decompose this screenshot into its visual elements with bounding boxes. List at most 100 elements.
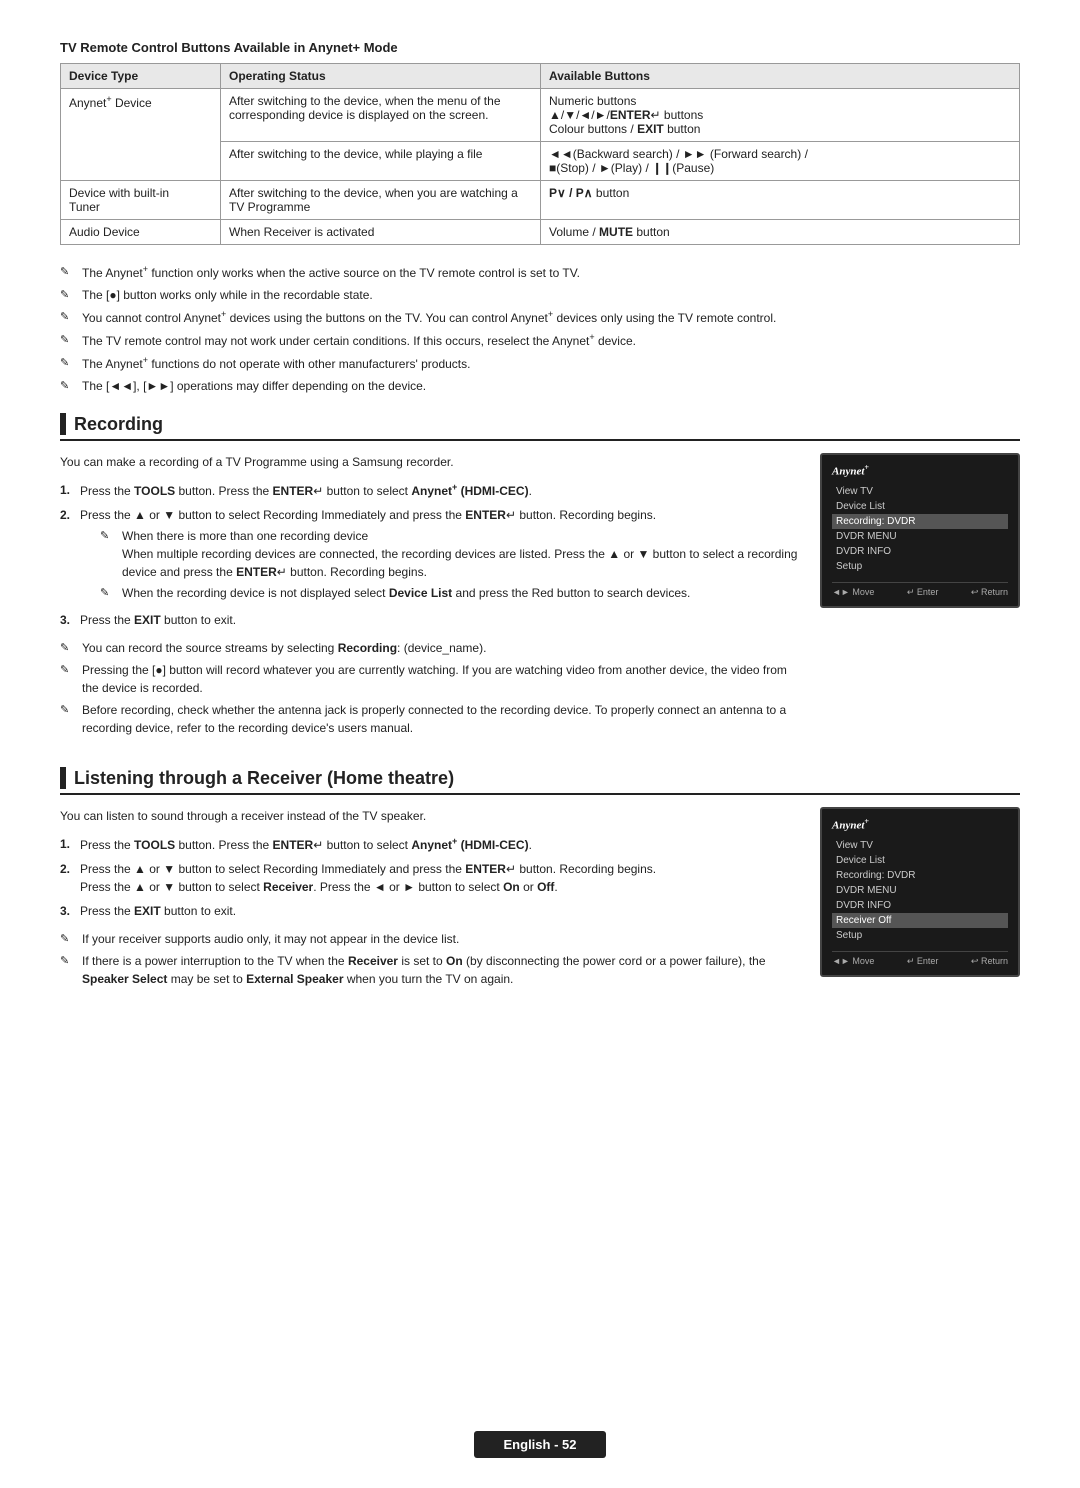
screen-brand: Anynet+ [832, 463, 1008, 478]
note-text: When there is more than one recording de… [122, 527, 802, 581]
note-item: ✎ The Anynet+ function only works when t… [60, 263, 1020, 282]
note-icon: ✎ [60, 309, 78, 326]
table-section: TV Remote Control Buttons Available in A… [60, 40, 1020, 245]
section-heading-bar [60, 767, 66, 789]
menu-item-highlighted: Recording: DVDR [832, 514, 1008, 529]
device-anynet: Anynet+ Device [61, 89, 221, 181]
general-notes: ✎ The Anynet+ function only works when t… [60, 263, 1020, 395]
step-num: 2. [60, 860, 80, 896]
device-audio: Audio Device [61, 220, 221, 245]
menu-item: View TV [832, 838, 1008, 853]
table-title: TV Remote Control Buttons Available in A… [60, 40, 1020, 55]
buttons-audio: Volume / MUTE button [541, 220, 1020, 245]
note-text: The Anynet+ functions do not operate wit… [82, 354, 470, 373]
col-header-buttons: Available Buttons [541, 64, 1020, 89]
recording-screen: Anynet+ View TV Device List Recording: D… [820, 453, 1020, 755]
step-content: Press the TOOLS button. Press the ENTER↵… [80, 835, 802, 854]
screen-mockup-listening: Anynet+ View TV Device List Recording: D… [820, 807, 1020, 977]
note-item: ✎ If there is a power interruption to th… [60, 952, 802, 988]
note-icon: ✎ [100, 585, 118, 602]
listening-content: You can listen to sound through a receiv… [60, 807, 1020, 1006]
step-content: Press the TOOLS button. Press the ENTER↵… [80, 481, 802, 500]
note-item: ✎ The [◄◄], [►►] operations may differ d… [60, 377, 1020, 395]
listening-steps: 1. Press the TOOLS button. Press the ENT… [60, 835, 802, 920]
step-content: Press the ▲ or ▼ button to select Record… [80, 860, 802, 896]
menu-item: Recording: DVDR [832, 868, 1008, 883]
recording-after-notes: ✎ You can record the source streams by s… [60, 639, 802, 737]
note-icon: ✎ [60, 931, 78, 948]
menu-item: View TV [832, 484, 1008, 499]
menu-item: DVDR MENU [832, 883, 1008, 898]
table-row: Audio Device When Receiver is activated … [61, 220, 1020, 245]
note-icon: ✎ [60, 378, 78, 395]
note-text: When the recording device is not display… [122, 584, 690, 602]
note-icon: ✎ [60, 662, 78, 679]
note-item: ✎ You cannot control Anynet+ devices usi… [60, 308, 1020, 327]
table-row: Anynet+ Device After switching to the de… [61, 89, 1020, 142]
menu-item-highlighted: Receiver Off [832, 913, 1008, 928]
buttons-anynet-1: Numeric buttons ▲/▼/◄/►/ENTER↵ buttons C… [541, 89, 1020, 142]
listening-left: You can listen to sound through a receiv… [60, 807, 802, 1006]
recording-intro: You can make a recording of a TV Program… [60, 453, 802, 471]
listening-screen: Anynet+ View TV Device List Recording: D… [820, 807, 1020, 1006]
menu-item: DVDR INFO [832, 544, 1008, 559]
screen-mockup-recording: Anynet+ View TV Device List Recording: D… [820, 453, 1020, 608]
step-num: 2. [60, 506, 80, 605]
buttons-anynet-2: ◄◄(Backward search) / ►► (Forward search… [541, 142, 1020, 181]
note-icon: ✎ [60, 702, 78, 719]
note-item: ✎ The Anynet+ functions do not operate w… [60, 354, 1020, 373]
footer-move: ◄► Move [832, 587, 874, 598]
col-header-device: Device Type [61, 64, 221, 89]
menu-item: Device List [832, 499, 1008, 514]
note-item: ✎ The TV remote control may not work und… [60, 331, 1020, 350]
note-icon: ✎ [60, 355, 78, 372]
step-content: Press the ▲ or ▼ button to select Record… [80, 506, 802, 605]
buttons-tuner: P∨ / P∧ button [541, 181, 1020, 220]
note-text: The TV remote control may not work under… [82, 331, 636, 350]
menu-item: DVDR MENU [832, 529, 1008, 544]
screen-brand: Anynet+ [832, 817, 1008, 832]
page-footer: English - 52 [0, 1431, 1080, 1458]
listening-section-heading: Listening through a Receiver (Home theat… [60, 767, 1020, 795]
table-row: Device with built-inTuner After switchin… [61, 181, 1020, 220]
step-item: 2. Press the ▲ or ▼ button to select Rec… [60, 506, 802, 605]
status-tuner: After switching to the device, when you … [221, 181, 541, 220]
listening-intro: You can listen to sound through a receiv… [60, 807, 802, 825]
note-item: ✎ If your receiver supports audio only, … [60, 930, 802, 948]
step-num: 3. [60, 611, 80, 629]
note-item: ✎ You can record the source streams by s… [60, 639, 802, 657]
footer-badge: English - 52 [474, 1431, 607, 1458]
note-icon: ✎ [60, 264, 78, 281]
recording-content: You can make a recording of a TV Program… [60, 453, 1020, 755]
note-item: ✎ The [●] button works only while in the… [60, 286, 1020, 304]
recording-steps: 1. Press the TOOLS button. Press the ENT… [60, 481, 802, 629]
recording-left: You can make a recording of a TV Program… [60, 453, 802, 755]
note-text: The [●] button works only while in the r… [82, 286, 373, 304]
step-content: Press the EXIT button to exit. [80, 611, 802, 629]
note-icon: ✎ [60, 332, 78, 349]
status-anynet-1: After switching to the device, when the … [221, 89, 541, 142]
note-item: ✎ Pressing the [●] button will record wh… [60, 661, 802, 697]
remote-buttons-table: Device Type Operating Status Available B… [60, 63, 1020, 245]
sub-note: ✎ When the recording device is not displ… [100, 584, 802, 602]
footer-return: ↩ Return [971, 587, 1008, 598]
note-text: Pressing the [●] button will record what… [82, 661, 802, 697]
note-icon: ✎ [60, 953, 78, 970]
step-item: 2. Press the ▲ or ▼ button to select Rec… [60, 860, 802, 896]
footer-enter: ↵ Enter [907, 956, 939, 967]
note-icon: ✎ [60, 640, 78, 657]
footer-return: ↩ Return [971, 956, 1008, 967]
status-anynet-2: After switching to the device, while pla… [221, 142, 541, 181]
step-item: 1. Press the TOOLS button. Press the ENT… [60, 481, 802, 500]
step-num: 1. [60, 481, 80, 500]
screen-footer: ◄► Move ↵ Enter ↩ Return [832, 582, 1008, 598]
listening-heading-text: Listening through a Receiver (Home theat… [74, 768, 454, 789]
step-item: 3. Press the EXIT button to exit. [60, 611, 802, 629]
recording-section-heading: Recording [60, 413, 1020, 441]
col-header-status: Operating Status [221, 64, 541, 89]
listening-after-notes: ✎ If your receiver supports audio only, … [60, 930, 802, 988]
step-num: 1. [60, 835, 80, 854]
note-text: The [◄◄], [►►] operations may differ dep… [82, 377, 426, 395]
device-tuner: Device with built-inTuner [61, 181, 221, 220]
step-content: Press the EXIT button to exit. [80, 902, 802, 920]
